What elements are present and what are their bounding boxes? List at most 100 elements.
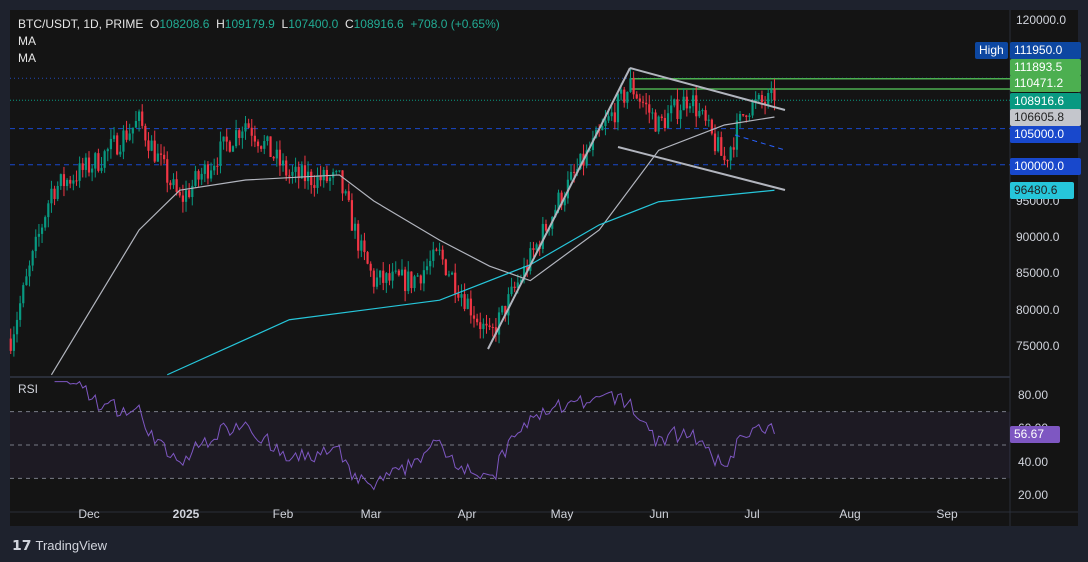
candle-body: [178, 191, 181, 196]
candle-body: [341, 170, 344, 194]
candle-body: [623, 89, 626, 103]
candle-body: [137, 111, 141, 121]
candle-body: [363, 240, 366, 253]
candle-body: [510, 286, 513, 295]
candle-body: [413, 276, 416, 289]
candle-body: [757, 94, 760, 100]
brand-label: TradingView: [35, 538, 108, 553]
candle-body: [194, 171, 197, 186]
candle-body: [109, 138, 113, 150]
candle-body: [256, 141, 260, 147]
change-value: +708.0 (+0.65%): [410, 17, 500, 31]
level-tag: 100000.0: [1010, 158, 1081, 175]
candle-body: [432, 249, 435, 261]
candle-body: [53, 188, 56, 200]
candle-body: [466, 298, 469, 309]
candle-body: [40, 227, 44, 234]
candle-body: [616, 93, 620, 123]
candle-body: [400, 269, 404, 276]
price-tick: 85000.0: [1016, 266, 1060, 280]
candle-body: [620, 89, 623, 94]
candle-body: [651, 112, 654, 114]
candle-body: [372, 270, 375, 287]
candle-body: [488, 325, 491, 327]
candle-body: [444, 259, 447, 276]
time-tick: Sep: [936, 507, 958, 521]
candle-body: [94, 153, 97, 169]
candle-body: [613, 112, 616, 123]
candle-body: [297, 166, 300, 179]
candle-body: [156, 153, 159, 162]
rsi-label[interactable]: RSI: [18, 382, 38, 396]
high-value: 109179.9: [224, 17, 275, 31]
candle-body: [388, 273, 391, 281]
candle-body: [532, 248, 535, 251]
time-tick: Feb: [272, 507, 294, 521]
candle-body: [422, 270, 426, 284]
candle-body: [688, 106, 692, 109]
candle-body: [513, 286, 516, 289]
candle-body: [673, 99, 676, 106]
time-tick: May: [550, 507, 574, 521]
low-value: 107400.0: [288, 17, 339, 31]
tradingview-logo[interactable]: 𝟭𝟳 TradingView: [12, 537, 107, 554]
candle-body: [125, 130, 128, 140]
candle-body: [666, 113, 670, 129]
candle-body: [300, 165, 303, 179]
candle-body: [253, 135, 256, 142]
candle-body: [710, 119, 713, 134]
candle-body: [59, 174, 62, 186]
candle-body: [454, 272, 457, 294]
candle-body: [84, 157, 87, 170]
candle-body: [404, 269, 407, 292]
chart-canvas[interactable]: [0, 0, 1088, 562]
candle-body: [682, 96, 685, 111]
rsi-value-tag: 56.67: [1010, 426, 1060, 443]
candle-body: [47, 203, 50, 218]
candle-body: [69, 179, 72, 184]
candle-body: [15, 319, 19, 335]
candle-body: [100, 167, 103, 171]
candle-body: [695, 95, 698, 117]
candle-body: [360, 240, 363, 251]
price-tick: 90000.0: [1016, 230, 1060, 244]
candle-body: [328, 177, 332, 182]
candle-body: [147, 140, 150, 151]
candle-body: [610, 112, 613, 117]
price-tick: 80000.0: [1016, 303, 1060, 317]
chart-legend: BTC/USDT, 1D, PRIME O108208.6 H109179.9 …: [18, 16, 500, 67]
candle-body: [707, 119, 710, 121]
candle-body: [322, 169, 325, 181]
candle-body: [604, 120, 607, 127]
candle-body: [760, 94, 764, 103]
candle-body: [241, 131, 244, 138]
candle-body: [541, 223, 544, 250]
candle-body: [260, 146, 263, 149]
candle-body: [163, 154, 166, 160]
candle-body: [629, 78, 632, 92]
candle-body: [184, 190, 188, 202]
ma-legend-1[interactable]: MA: [18, 33, 500, 50]
candle-body: [34, 236, 37, 252]
candle-body: [767, 93, 770, 105]
candle-body: [382, 270, 385, 283]
candle-body: [97, 153, 100, 171]
candle-body: [732, 147, 735, 150]
candle-body: [275, 149, 278, 159]
tradingview-icon: 𝟭𝟳: [12, 537, 32, 553]
candle-body: [150, 140, 153, 151]
candle-body: [175, 179, 178, 192]
rsi-tick: 40.00: [1018, 455, 1049, 469]
candle-body: [751, 101, 754, 116]
candle-body: [691, 95, 695, 107]
candle-body: [269, 136, 272, 157]
trend-line: [487, 67, 631, 350]
candle-body: [134, 120, 138, 128]
candle-body: [103, 151, 106, 168]
candle-body: [281, 160, 285, 166]
candle-body: [435, 249, 438, 251]
candle-body: [626, 91, 629, 103]
candle-body: [479, 322, 482, 330]
ma-legend-2[interactable]: MA: [18, 50, 500, 67]
level-tag: 105000.0: [1010, 126, 1081, 143]
